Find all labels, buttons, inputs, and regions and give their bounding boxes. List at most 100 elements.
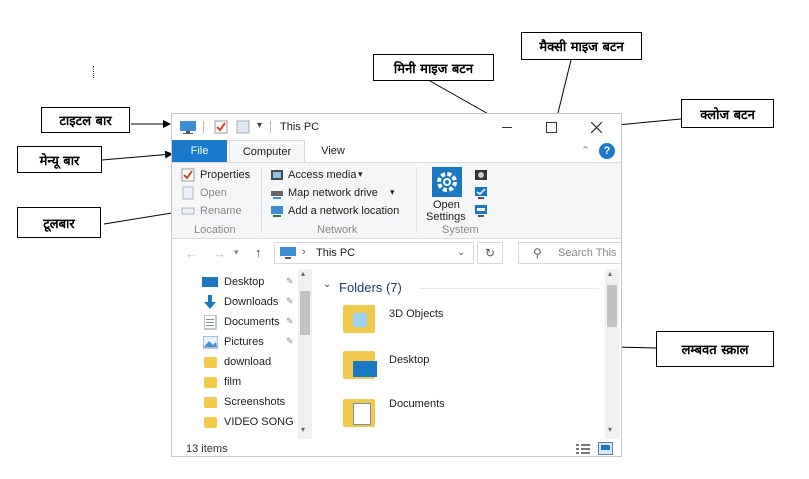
nav-scroll-up-icon[interactable]: ▴ <box>301 269 305 278</box>
pin-icon: ✎ <box>286 276 294 286</box>
add-location-icon <box>271 206 283 217</box>
list-item[interactable]: Pictures ✎ <box>202 333 298 353</box>
access-media-icon <box>271 170 283 180</box>
open-icon <box>182 186 194 200</box>
group-label-network: Network <box>317 224 358 236</box>
tab-computer[interactable]: Computer <box>229 140 305 162</box>
window-title: This PC <box>280 121 320 133</box>
folder-icon <box>204 417 217 428</box>
title-bar: ▾ This PC <box>172 114 621 140</box>
refresh-button[interactable]: ↻ <box>477 242 503 264</box>
address-dropdown-icon[interactable]: ⌄ <box>457 247 465 258</box>
group-label-location: Location <box>194 224 236 236</box>
minimize-icon <box>502 127 512 128</box>
explorer-window: ▾ This PC File Computer View ⌃ ? Propert… <box>171 113 622 457</box>
close-button[interactable] <box>580 114 614 140</box>
settings-gear-icon <box>432 167 462 197</box>
scroll-up-icon[interactable]: ▴ <box>608 269 612 278</box>
open-settings-button[interactable]: Open Settings <box>424 166 470 223</box>
pin-icon: ✎ <box>286 296 294 306</box>
map-drive-dropdown-icon[interactable]: ▾ <box>390 187 395 198</box>
search-box[interactable]: ⚲ Search This <box>518 242 621 264</box>
properties-button[interactable]: Properties <box>200 169 250 181</box>
search-icon: ⚲ <box>533 246 542 260</box>
back-icon[interactable]: ← <box>185 246 198 261</box>
downloads-icon <box>204 295 216 309</box>
address-bar[interactable]: › This PC ⌄ <box>274 242 474 264</box>
list-item[interactable]: Screenshots <box>202 393 298 413</box>
folder-tile[interactable]: Desktop <box>339 345 579 389</box>
nav-item-label: Screenshots <box>224 396 286 408</box>
manage-computer-icon[interactable] <box>474 204 488 218</box>
section-collapse-icon[interactable]: ⌄ <box>323 279 331 290</box>
list-item[interactable]: Downloads ✎ <box>202 293 298 313</box>
large-icons-view-icon[interactable] <box>598 442 613 455</box>
close-icon <box>591 122 602 133</box>
pictures-icon <box>203 336 218 349</box>
maximize-icon <box>546 122 557 133</box>
up-icon[interactable]: ↑ <box>255 245 262 260</box>
folder-tile-label: 3D Objects <box>389 308 444 320</box>
nav-item-label: Documents <box>224 316 280 328</box>
details-view-icon[interactable] <box>576 443 590 455</box>
rename-button[interactable]: Rename <box>200 205 242 217</box>
list-item[interactable]: film <box>202 373 298 393</box>
folder-tile[interactable]: 3D Objects <box>339 299 579 343</box>
nav-item-label: Desktop <box>224 276 265 288</box>
new-folder-quick-icon[interactable] <box>236 120 250 134</box>
computer-icon <box>180 121 196 134</box>
folder-tile-label: Documents <box>389 398 445 410</box>
scroll-thumb[interactable] <box>607 285 617 327</box>
refresh-icon: ↻ <box>485 246 496 260</box>
quick-access-dropdown-icon[interactable]: ▾ <box>257 120 262 131</box>
tab-file[interactable]: File <box>172 140 227 162</box>
navigation-pane: Desktop ✎ Downloads ✎ Documents ✎ Pictur… <box>172 269 312 439</box>
rename-icon <box>181 207 195 215</box>
address-path[interactable]: This PC <box>316 247 355 259</box>
nav-item-label: film <box>224 376 242 388</box>
folder-icon <box>204 377 217 388</box>
list-item[interactable]: download <box>202 353 298 373</box>
recent-locations-icon[interactable]: ▾ <box>234 247 239 258</box>
open-settings-label-2: Settings <box>426 211 466 223</box>
forward-icon[interactable]: → <box>213 246 226 261</box>
nav-scrollbar[interactable]: ▴ ▾ <box>298 269 312 439</box>
properties-quick-icon[interactable] <box>214 120 228 134</box>
documents-icon <box>204 315 217 330</box>
section-header-folders[interactable]: Folders (7) <box>339 280 402 295</box>
folder-icon <box>204 397 217 408</box>
folder-tile[interactable]: Documents <box>339 393 579 437</box>
list-item[interactable]: VIDEO SONG <box>202 413 298 433</box>
nav-scroll-down-icon[interactable]: ▾ <box>301 425 305 434</box>
folder-icon <box>204 357 217 368</box>
vertical-scrollbar[interactable]: ▴ ▾ <box>605 269 619 439</box>
maximize-button[interactable] <box>534 114 568 140</box>
uninstall-program-icon[interactable] <box>474 168 488 182</box>
list-item[interactable]: Documents ✎ <box>202 313 298 333</box>
list-item[interactable]: Desktop ✎ <box>202 273 298 293</box>
access-media-dropdown-icon[interactable]: ▾ <box>358 169 363 180</box>
ribbon-toolbar: Properties Open Rename Location Access m… <box>172 162 621 239</box>
breadcrumb-separator-icon: › <box>302 246 306 258</box>
nav-scroll-thumb[interactable] <box>300 291 310 335</box>
content-pane: ⌄ Folders (7) 3D Objects Desktop Documen… <box>315 269 605 439</box>
folder-tile-label: Desktop <box>389 354 430 366</box>
tab-view[interactable]: View <box>307 140 359 162</box>
map-network-drive-button[interactable]: Map network drive <box>288 187 378 199</box>
properties-icon <box>181 168 195 182</box>
add-network-location-button[interactable]: Add a network location <box>288 205 399 217</box>
nav-item-label: Pictures <box>224 336 264 348</box>
help-icon[interactable]: ? <box>599 143 615 159</box>
pin-icon: ✎ <box>286 316 294 326</box>
ribbon-collapse-icon[interactable]: ⌃ <box>581 144 590 157</box>
address-computer-icon <box>280 247 296 259</box>
system-properties-icon[interactable] <box>474 186 488 200</box>
desktop-icon <box>202 277 218 287</box>
open-button[interactable]: Open <box>200 187 227 199</box>
minimize-button[interactable] <box>490 114 524 140</box>
access-media-button[interactable]: Access media <box>288 169 356 181</box>
nav-item-label: VIDEO SONG <box>224 416 294 428</box>
pin-icon: ✎ <box>286 336 294 346</box>
open-settings-label-1: Open <box>433 199 460 211</box>
scroll-down-icon[interactable]: ▾ <box>608 425 612 434</box>
